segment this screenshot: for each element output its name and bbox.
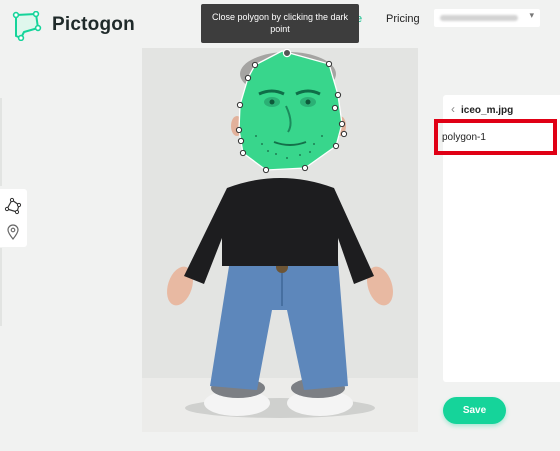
- annotation-canvas[interactable]: [142, 48, 418, 432]
- close-polygon-tooltip: Close polygon by clicking the dark point: [201, 4, 359, 43]
- save-button[interactable]: Save: [443, 397, 506, 424]
- left-panel-edge: [0, 98, 2, 186]
- app: Pictogon e Pricing ▾ Close polygon by cl…: [0, 0, 560, 451]
- polygon-list-panel: ‹ iceo_m.jpg polygon-1: [434, 95, 560, 382]
- plush-doll-photo: [142, 48, 418, 432]
- location-pin-icon[interactable]: [4, 223, 22, 241]
- account-dropdown[interactable]: ▾: [434, 9, 540, 27]
- pictogon-logo-icon[interactable]: [12, 11, 42, 41]
- polygon-tool-icon[interactable]: [4, 197, 22, 215]
- panel-header: ‹ iceo_m.jpg: [451, 102, 513, 116]
- back-chevron-icon[interactable]: ‹: [451, 102, 455, 116]
- polygon-list-item[interactable]: polygon-1: [434, 119, 557, 155]
- account-email-blurred: [440, 15, 518, 21]
- chevron-down-icon: ▾: [529, 10, 534, 20]
- image-filename: iceo_m.jpg: [461, 105, 514, 116]
- tool-palette: [0, 189, 27, 247]
- polygon-label: polygon-1: [442, 132, 486, 143]
- left-panel-edge: [0, 248, 2, 326]
- nav-link-pricing[interactable]: Pricing: [386, 13, 420, 25]
- brand-name[interactable]: Pictogon: [52, 14, 135, 36]
